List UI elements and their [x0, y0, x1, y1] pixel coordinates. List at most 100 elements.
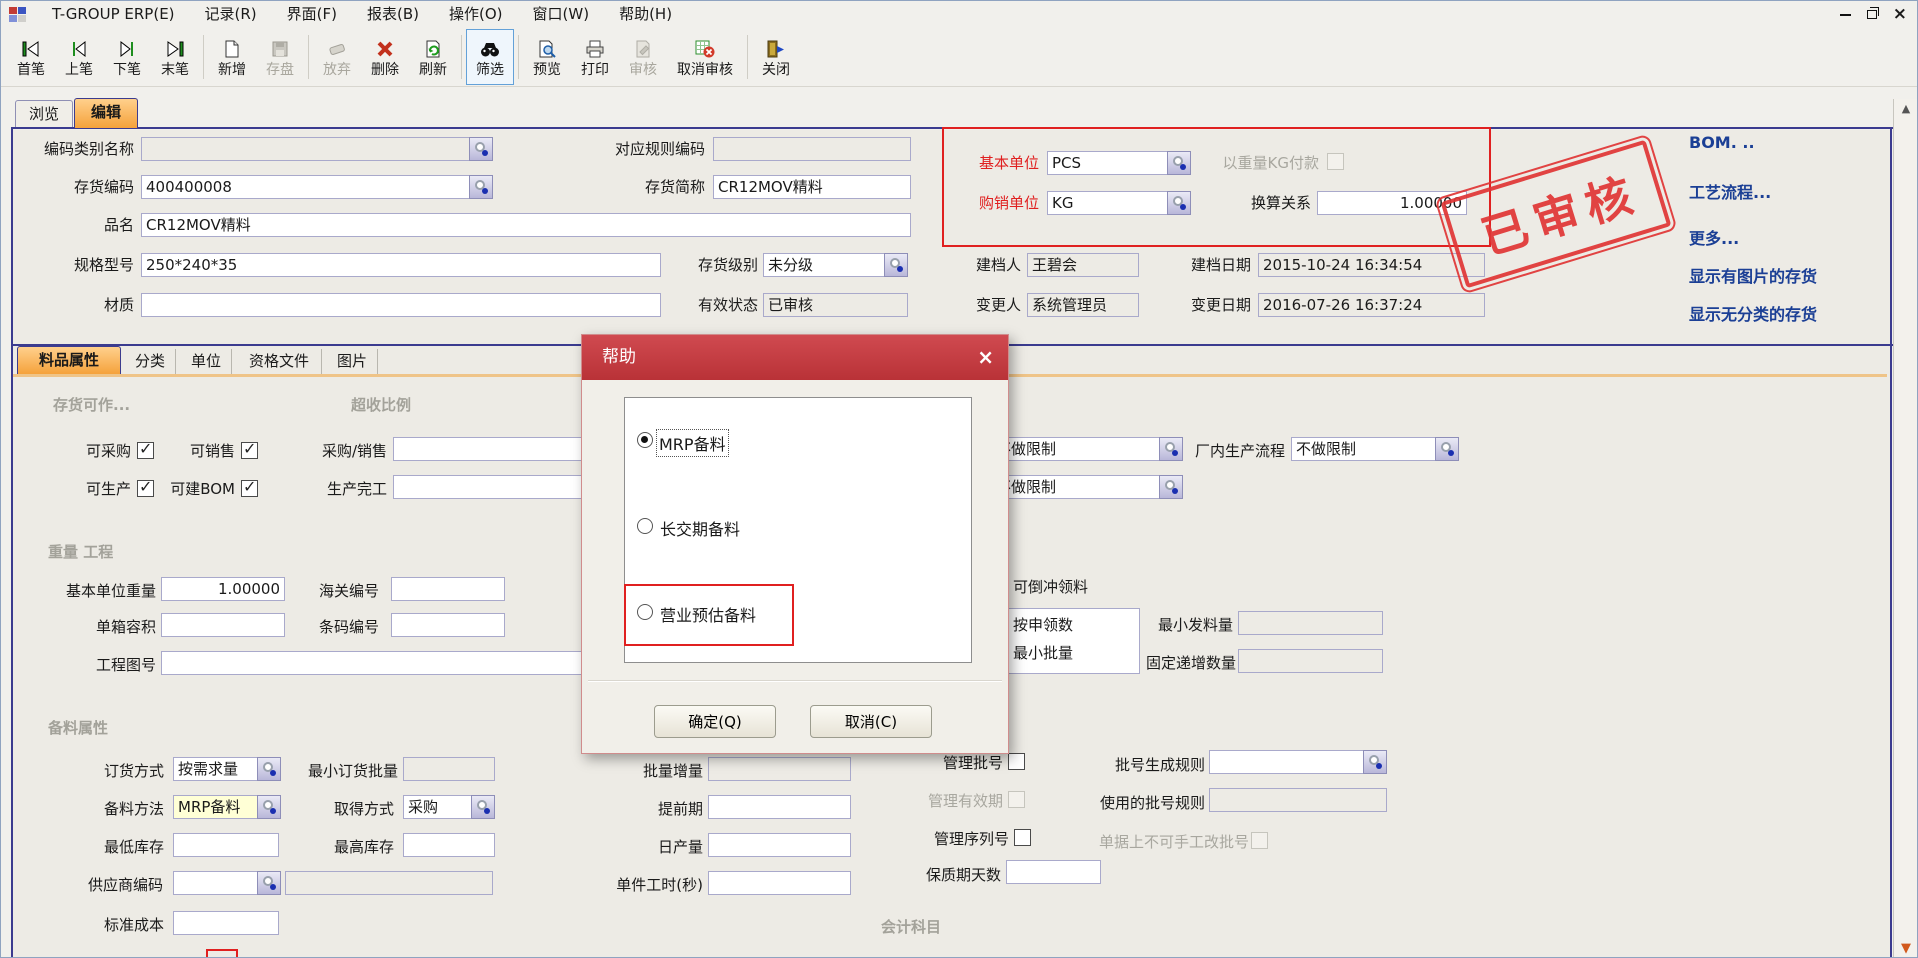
base-unit-weight-input[interactable]: 1.00000: [161, 577, 285, 601]
scroll-up-icon[interactable]: ▲: [1894, 99, 1918, 119]
base-unit-dropdown[interactable]: PCS: [1047, 151, 1191, 175]
limit-dropdown-2[interactable]: 不做限制: [991, 475, 1183, 499]
toolbar-print[interactable]: 打印: [571, 29, 619, 85]
batch-increment-input: [708, 757, 851, 781]
bom-allowed-checkbox[interactable]: [241, 480, 258, 497]
inventory-code-input[interactable]: 400400008: [141, 175, 493, 199]
lookup-icon[interactable]: [1167, 151, 1191, 175]
stock-method-dropdown[interactable]: MRP备料: [173, 795, 281, 819]
material-input[interactable]: [141, 293, 661, 317]
inventory-short-input[interactable]: CR12MOV精料: [713, 175, 911, 199]
toolbar-refresh[interactable]: 刷新: [409, 29, 457, 85]
manage-batch-checkbox[interactable]: [1008, 753, 1025, 770]
lookup-icon[interactable]: [469, 137, 493, 161]
toolbar-first-record[interactable]: 首笔: [7, 29, 55, 85]
unit-work-time-input[interactable]: [708, 871, 851, 895]
order-mode-dropdown[interactable]: 按需求量: [173, 757, 281, 781]
menu-item-interface[interactable]: 界面(F): [272, 1, 352, 28]
lookup-icon[interactable]: [1159, 437, 1183, 461]
subtab-unit[interactable]: 单位: [181, 349, 232, 374]
toolbar-cancel-audit[interactable]: 取消审核: [667, 29, 743, 85]
code-class-input[interactable]: [141, 137, 493, 161]
drawing-no-input[interactable]: [161, 651, 639, 675]
max-stock-input[interactable]: [403, 833, 495, 857]
subtab-qualification[interactable]: 资格文件: [237, 349, 322, 374]
spec-input[interactable]: 250*240*35: [141, 253, 661, 277]
backflush-label: 可倒冲领料: [1013, 575, 1113, 599]
long-lead-option[interactable]: 长交期备料: [660, 516, 740, 540]
level-dropdown[interactable]: 未分级: [763, 253, 908, 277]
dialog-close-icon[interactable]: ×: [977, 335, 994, 380]
subtab-classification[interactable]: 分类: [125, 349, 176, 374]
toolbar-new[interactable]: 新增: [208, 29, 256, 85]
factory-flow-dropdown[interactable]: 不做限制: [1291, 437, 1459, 461]
minimize-icon[interactable]: [1840, 14, 1851, 16]
toolbar-close[interactable]: 关闭: [752, 29, 800, 85]
product-name-input[interactable]: CR12MOV精料: [141, 213, 911, 237]
menu-item-report[interactable]: 报表(B): [352, 1, 434, 28]
menu-item-record[interactable]: 记录(R): [190, 1, 272, 28]
trade-unit-dropdown[interactable]: KG: [1047, 191, 1191, 215]
lead-time-input[interactable]: [708, 795, 851, 819]
lookup-icon[interactable]: [884, 253, 908, 277]
mrp-stock-option[interactable]: MRP备料: [656, 429, 729, 457]
cancel-button[interactable]: 取消(C): [810, 705, 932, 738]
lookup-icon[interactable]: [257, 871, 281, 895]
subtab-item-attributes[interactable]: 料品属性: [17, 346, 121, 374]
toolbar-next-record[interactable]: 下笔: [103, 29, 151, 85]
process-flow-link[interactable]: 工艺流程...: [1689, 179, 1771, 203]
vertical-scrollbar[interactable]: ▲ ▼: [1893, 99, 1918, 958]
lookup-icon[interactable]: [469, 175, 493, 199]
manage-serial-checkbox[interactable]: [1014, 829, 1031, 846]
mrp-stock-radio[interactable]: [637, 432, 653, 448]
box-volume-input[interactable]: [161, 613, 285, 637]
acquire-mode-dropdown[interactable]: 采购: [403, 795, 495, 819]
menu-item-help[interactable]: 帮助(H): [604, 1, 687, 28]
show-with-image-link[interactable]: 显示有图片的存货: [1689, 263, 1817, 287]
lookup-icon[interactable]: [257, 795, 281, 819]
menu-item-window[interactable]: 窗口(W): [518, 1, 605, 28]
sales-forecast-radio[interactable]: [637, 604, 653, 620]
toolbar-preview[interactable]: 预览: [523, 29, 571, 85]
lookup-icon[interactable]: [471, 795, 495, 819]
subtab-image[interactable]: 图片: [327, 349, 378, 374]
more-link[interactable]: 更多...: [1689, 225, 1739, 249]
long-lead-radio[interactable]: [637, 518, 653, 534]
daily-output-input[interactable]: [708, 833, 851, 857]
toolbar-filter[interactable]: 筛选: [466, 29, 514, 85]
lookup-icon[interactable]: [1167, 191, 1191, 215]
supplier-code-dropdown[interactable]: [173, 871, 281, 895]
shelf-days-input[interactable]: [1006, 860, 1101, 884]
restore-icon[interactable]: [1867, 10, 1877, 19]
customs-code-input[interactable]: [391, 577, 505, 601]
lookup-icon[interactable]: [1435, 437, 1459, 461]
toolbar-prev-record[interactable]: 上笔: [55, 29, 103, 85]
close-window-icon[interactable]: ×: [1893, 1, 1907, 28]
producible-checkbox[interactable]: [137, 480, 154, 497]
show-unclassified-link[interactable]: 显示无分类的存货: [1689, 301, 1817, 325]
lookup-icon[interactable]: [1159, 475, 1183, 499]
barcode-input[interactable]: [391, 613, 505, 637]
section-over-ratio: 超收比例: [351, 394, 411, 415]
bom-link[interactable]: BOM. ..: [1689, 133, 1755, 152]
tab-browse[interactable]: 浏览: [15, 100, 73, 127]
limit-dropdown-1[interactable]: 不做限制: [991, 437, 1183, 461]
lookup-icon[interactable]: [257, 757, 281, 781]
toolbar-last-record[interactable]: 末笔: [151, 29, 199, 85]
dialog-title-bar[interactable]: 帮助 ×: [582, 335, 1008, 380]
manage-validity-label: 管理有效期: [921, 789, 1003, 813]
ok-button[interactable]: 确定(Q): [654, 705, 776, 738]
rule-code-input[interactable]: [713, 137, 911, 161]
menu-item-app[interactable]: T-GROUP ERP(E): [37, 1, 190, 28]
sales-forecast-option[interactable]: 营业预估备料: [660, 602, 756, 626]
tab-edit[interactable]: 编辑: [74, 98, 138, 128]
lookup-icon[interactable]: [1363, 750, 1387, 774]
min-stock-input[interactable]: [173, 833, 279, 857]
sellable-checkbox[interactable]: [241, 442, 258, 459]
batch-rule-dropdown[interactable]: [1209, 750, 1387, 774]
menu-item-operation[interactable]: 操作(O): [434, 1, 518, 28]
toolbar-delete[interactable]: 删除: [361, 29, 409, 85]
scroll-down-icon[interactable]: ▼: [1894, 939, 1918, 958]
std-cost-input[interactable]: [173, 911, 279, 935]
purchasable-checkbox[interactable]: [137, 442, 154, 459]
